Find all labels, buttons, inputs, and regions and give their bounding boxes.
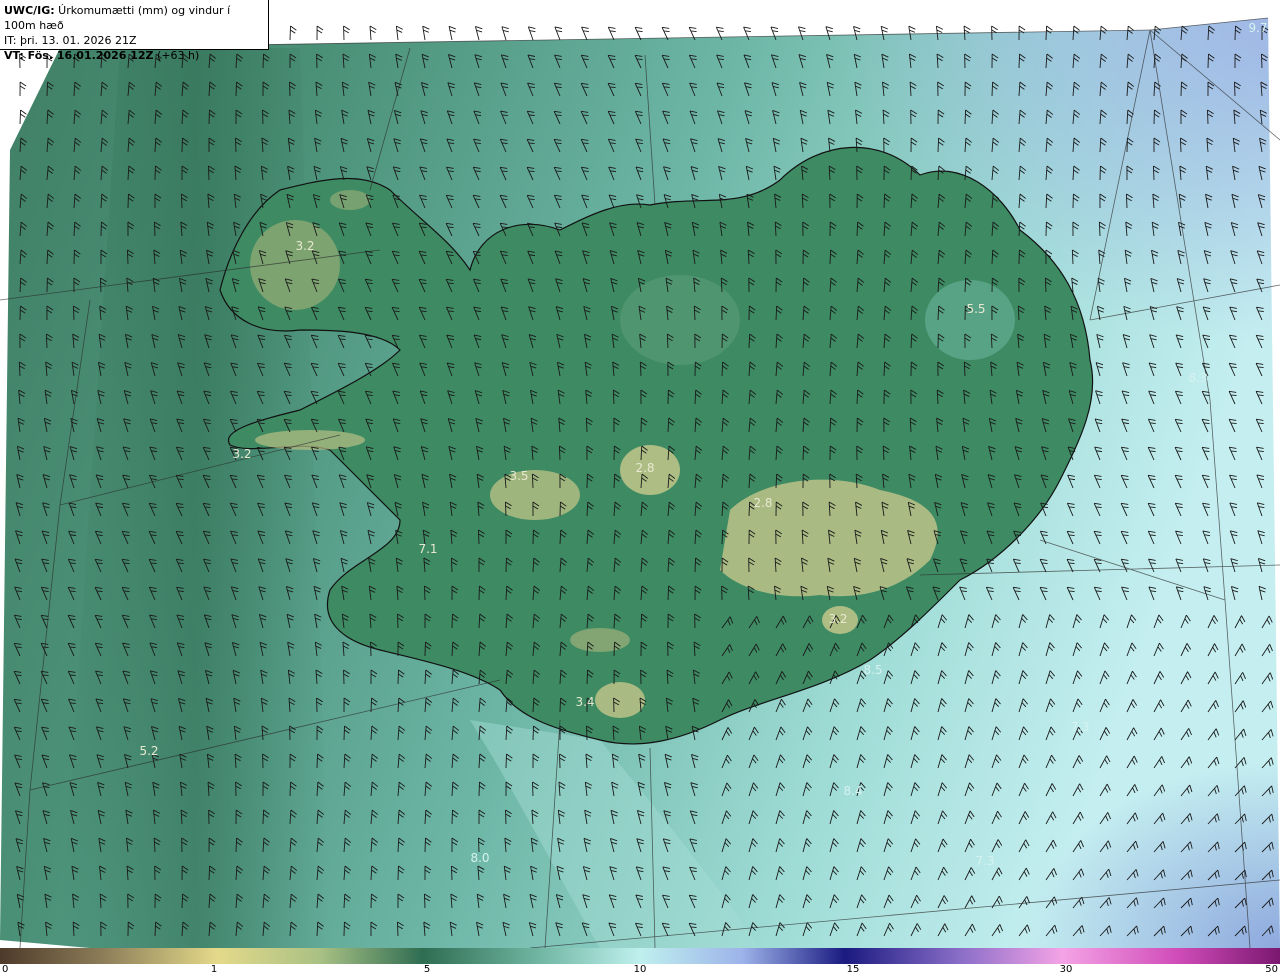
colorbar-tick: 50 <box>1265 964 1278 975</box>
value-label: 8.3 <box>1188 371 1207 385</box>
value-label: 3.4 <box>575 695 594 709</box>
value-label: 3.2 <box>295 239 314 253</box>
value-label: 7.3 <box>1070 720 1089 734</box>
value-label: 2.8 <box>635 461 654 475</box>
value-label: 5.2 <box>139 744 158 758</box>
value-label: 3.2 <box>828 612 847 626</box>
value-label: 8.0 <box>470 851 489 865</box>
value-label: 3.5 <box>509 469 528 483</box>
value-label: 7.3 <box>975 854 994 868</box>
colorbar-tick: 0 <box>2 964 9 975</box>
colorbar <box>0 948 1280 964</box>
colorbar-tick: 30 <box>1059 964 1073 975</box>
colorbar-tick: 1 <box>210 964 218 975</box>
value-label: 3.2 <box>232 447 251 461</box>
value-label: 7.1 <box>418 542 437 556</box>
colorbar-tick: 5 <box>423 964 431 975</box>
value-label: 8.4 <box>843 784 862 798</box>
forecast-hour: (+63 h) <box>153 49 200 62</box>
value-label: 9.7 <box>1248 21 1267 35</box>
model-prefix: UWC/IG: <box>4 4 55 17</box>
valid-time: VT: Fös. 16.01.2026 12Z <box>4 49 154 62</box>
colorbar-tick: 15 <box>846 964 860 975</box>
value-label: 2.8 <box>753 496 772 510</box>
map-info-box: UWC/IG: Úrkomumætti (mm) og vindur í 100… <box>0 0 269 62</box>
value-label: 5.5 <box>966 302 985 316</box>
colorbar-ticks: 0 1 5 10 15 30 50 <box>0 964 1280 978</box>
value-label: 8.5 <box>863 663 882 677</box>
colorbar-tick: 10 <box>633 964 647 975</box>
initial-time: IT: þri. 13. 01. 2026 21Z <box>4 34 137 47</box>
precipitation-map: 3.2 5.5 3.2 3.5 2.8 2.8 7.1 3.2 3.4 5.2 7.3 8.4 7.3 8… <box>0 0 1280 948</box>
